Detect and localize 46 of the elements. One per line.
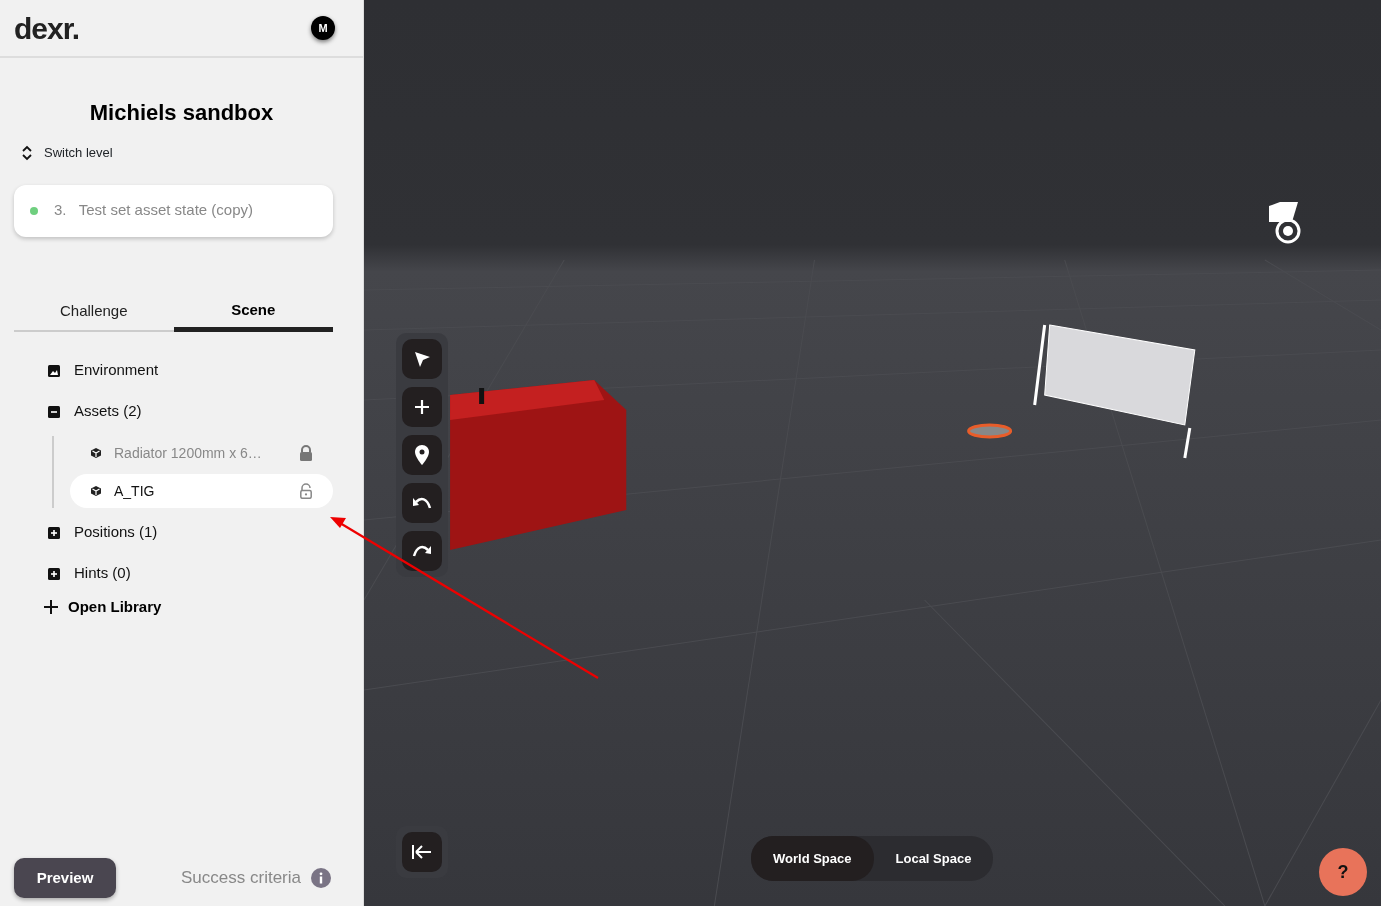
add-button[interactable] [402,387,442,427]
image-icon[interactable] [48,364,60,377]
asset-name: A_TIG [114,481,156,501]
collapse-panel-button[interactable] [402,832,442,872]
position-marker [967,423,1013,439]
project-title: Michiels sandbox [88,99,275,127]
status-dot [30,206,38,215]
open-library-button[interactable]: Open Library [0,596,363,619]
select-cursor-button[interactable] [402,339,442,379]
expand-icon[interactable] [48,526,60,539]
plus-icon [414,399,430,415]
undo-icon [412,496,432,510]
tree-item-label[interactable]: Environment [74,359,159,382]
switch-level-link[interactable]: Switch level [44,143,113,163]
location-pin-button[interactable] [402,435,442,475]
arrow-left-bar-icon [412,845,432,859]
undo-button[interactable] [402,483,442,523]
cube-icon [90,447,102,459]
info-icon[interactable] [311,868,331,888]
tree-item-label[interactable]: Assets (2) [74,400,142,423]
unlock-icon[interactable] [299,483,313,499]
asset-item[interactable]: A_TIG [70,474,333,508]
tree-item-label[interactable]: Positions (1) [74,521,158,544]
collapse-icon[interactable] [48,405,60,418]
tree-item-label[interactable]: Hints (0) [74,562,131,585]
level-card[interactable]: 3. Test set asset state (copy) [14,184,333,237]
chevron-up-down-icon[interactable] [22,144,32,161]
plus-icon [44,600,58,615]
redo-button[interactable] [402,531,442,571]
user-avatar[interactable]: M [311,16,335,40]
space-option[interactable]: World Space [751,836,874,881]
expand-icon[interactable] [48,567,60,580]
success-criteria-label: Success criteria [181,867,301,890]
lock-icon[interactable] [299,445,313,461]
flag-target-icon[interactable] [1266,200,1302,244]
cube-icon [90,485,102,497]
location-pin-icon [415,445,429,465]
preview-button[interactable]: Preview [14,858,116,898]
tab[interactable]: Scene [173,294,333,332]
asset-name: Radiator 1200mm x 6… [114,443,263,463]
level-title: 3. Test set asset state (copy) [54,200,253,221]
space-option[interactable]: Local Space [873,836,994,881]
redo-icon [412,544,432,558]
select-cursor-icon [413,350,431,368]
tab[interactable]: Challenge [14,294,174,332]
logo: dexr. [14,10,80,47]
